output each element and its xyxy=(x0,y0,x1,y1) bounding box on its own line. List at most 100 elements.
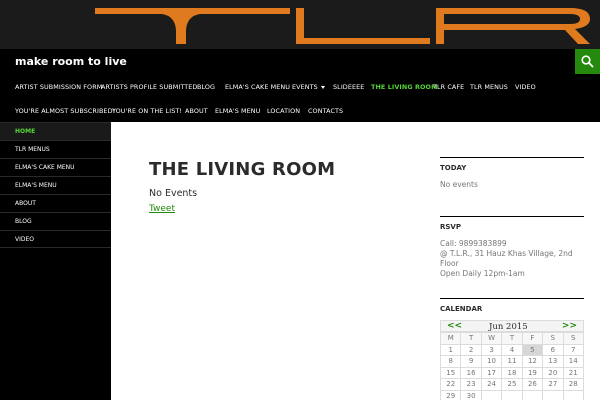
sidebar-item-about[interactable]: ABOUT xyxy=(0,194,111,212)
weekday-label: M xyxy=(439,332,462,345)
calendar-day[interactable]: 14 xyxy=(562,355,585,368)
calendar-month-label: Jun 2015 xyxy=(489,322,528,332)
calendar-day[interactable]: 7 xyxy=(562,343,585,356)
calendar-day[interactable]: 17 xyxy=(480,366,503,379)
primary-navigation: ARTIST SUBMISSION FORM ARTISTS PROFILE S… xyxy=(0,74,600,122)
nav-item-the-living-room[interactable]: THE LIVING ROOM xyxy=(371,83,438,91)
weekday-label: T xyxy=(460,332,482,345)
calendar-day[interactable]: 25 xyxy=(501,378,523,391)
site-title[interactable]: make room to live xyxy=(15,55,127,68)
calendar-day[interactable] xyxy=(521,389,544,400)
nav-item-video[interactable]: VIDEO xyxy=(515,83,536,91)
widget-title-calendar: CALENDAR xyxy=(440,298,584,318)
calendar-week-row: 1 2 3 4 5 6 7 xyxy=(439,343,585,356)
weekday-label: T xyxy=(501,332,523,345)
calendar-day[interactable]: 28 xyxy=(562,378,585,391)
rsvp-widget: RSVP Call: 9899383899 @ T.L.R., 31 Hauz … xyxy=(440,216,584,279)
calendar-day[interactable] xyxy=(480,389,503,400)
nav-item-blog[interactable]: BLOG xyxy=(197,83,215,91)
calendar-day[interactable]: 6 xyxy=(542,343,564,356)
page-title: THE LIVING ROOM xyxy=(149,159,336,180)
calendar-prev-button[interactable]: << xyxy=(447,321,462,331)
calendar-day[interactable]: 9 xyxy=(460,355,482,368)
nav-item-almost-subscribed[interactable]: YOU'RE ALMOST SUBSCRIBED! xyxy=(15,107,115,115)
calendar-day[interactable]: 16 xyxy=(460,366,482,379)
nav-item-elmas-cake-menu[interactable]: ELMA'S CAKE MENU xyxy=(225,83,290,91)
rsvp-address: @ T.L.R., 31 Hauz Khas Village, 2nd Floo… xyxy=(440,249,573,268)
search-button[interactable] xyxy=(575,49,600,74)
rsvp-hours: Open Daily 12pm-1am xyxy=(440,269,525,278)
sidebar-item-tlr-menus[interactable]: TLR MENUS xyxy=(0,140,111,158)
site-logo[interactable] xyxy=(0,0,600,49)
calendar-day[interactable]: 26 xyxy=(521,378,544,391)
calendar-day[interactable]: 22 xyxy=(439,378,462,391)
calendar-header: << Jun 2015 >> xyxy=(440,320,584,332)
calendar-week-row: 15 16 17 18 19 20 21 xyxy=(439,366,585,379)
main-content: THE LIVING ROOM No Events Tweet xyxy=(111,122,422,400)
sidebar-item-home[interactable]: HOME xyxy=(0,122,111,140)
tweet-link[interactable]: Tweet xyxy=(149,204,175,214)
calendar-day[interactable]: 27 xyxy=(542,378,564,391)
calendar-day[interactable]: 29 xyxy=(439,389,462,400)
calendar-weekday-row: M T W T F S S xyxy=(439,332,585,345)
calendar-day[interactable]: 13 xyxy=(542,355,564,368)
calendar-day[interactable]: 19 xyxy=(521,366,544,379)
nav-item-on-the-list[interactable]: YOU'RE ON THE LIST! xyxy=(112,107,182,115)
sidebar-item-elmas-menu[interactable]: ELMA'S MENU xyxy=(0,176,111,194)
rsvp-details: Call: 9899383899 @ T.L.R., 31 Hauz Khas … xyxy=(440,236,584,279)
calendar-week-row: 8 9 10 11 12 13 14 xyxy=(439,355,585,368)
sidebar-item-video[interactable]: VIDEO xyxy=(0,230,111,248)
widget-title-today: TODAY xyxy=(440,157,584,177)
calendar-day-today[interactable]: 5 xyxy=(521,343,544,356)
site-header: make room to live xyxy=(0,49,600,74)
header-banner xyxy=(0,0,600,49)
nav-item-artist-submission-form[interactable]: ARTIST SUBMISSION FORM xyxy=(15,83,102,91)
calendar-next-button[interactable]: >> xyxy=(562,321,577,331)
nav-item-elmas-menu[interactable]: ELMA'S MENU xyxy=(215,107,260,115)
calendar-day[interactable]: 24 xyxy=(480,378,503,391)
calendar-day[interactable]: 18 xyxy=(501,366,523,379)
calendar-day[interactable]: 15 xyxy=(439,366,462,379)
calendar-grid: M T W T F S S 1 2 3 4 5 6 7 8 9 10 11 12… xyxy=(439,332,585,400)
calendar-day[interactable]: 30 xyxy=(460,389,482,400)
sidebar-item-blog[interactable]: BLOG xyxy=(0,212,111,230)
sidebar-item-elmas-cake-menu[interactable]: ELMA'S CAKE MENU xyxy=(0,158,111,176)
weekday-label: S xyxy=(542,332,564,345)
today-events-text: No events xyxy=(440,180,478,189)
nav-item-about[interactable]: ABOUT xyxy=(185,107,208,115)
right-sidebar: TODAY No events RSVP Call: 9899383899 @ … xyxy=(422,122,600,400)
calendar-day[interactable]: 10 xyxy=(480,355,503,368)
calendar-day[interactable]: 4 xyxy=(501,343,523,356)
calendar-day[interactable]: 8 xyxy=(439,355,462,368)
calendar-week-row: 22 23 24 25 26 27 28 xyxy=(439,378,585,391)
search-icon xyxy=(581,55,594,68)
calendar-day[interactable]: 3 xyxy=(480,343,503,356)
calendar-day[interactable]: 20 xyxy=(542,366,564,379)
weekday-label: W xyxy=(480,332,503,345)
nav-item-location[interactable]: LOCATION xyxy=(267,107,300,115)
nav-item-tlr-cafe[interactable]: TLR CAFE xyxy=(433,83,464,91)
calendar-day[interactable]: 1 xyxy=(439,343,462,356)
nav-item-slideeee[interactable]: SLIDEEEE xyxy=(333,83,364,91)
weekday-label: F xyxy=(521,332,544,345)
calendar-day[interactable]: 21 xyxy=(562,366,585,379)
calendar-widget: CALENDAR << Jun 2015 >> M T W T F S S 1 xyxy=(439,298,585,400)
calendar-day[interactable]: 2 xyxy=(460,343,482,356)
calendar-week-row: 29 30 xyxy=(439,389,585,400)
nav-item-events[interactable]: EVENTS xyxy=(292,83,325,91)
no-events-text: No Events xyxy=(149,188,198,199)
calendar-day[interactable]: 23 xyxy=(460,378,482,391)
nav-item-artists-profile-submitted[interactable]: ARTISTS PROFILE SUBMITTED xyxy=(101,83,197,91)
nav-item-tlr-menus[interactable]: TLR MENUS xyxy=(470,83,508,91)
calendar-day[interactable] xyxy=(501,389,523,400)
rsvp-phone: Call: 9899383899 xyxy=(440,239,507,248)
widget-title-rsvp: RSVP xyxy=(440,216,584,236)
weekday-label: S xyxy=(562,332,585,345)
calendar-day[interactable] xyxy=(562,389,585,400)
left-sidebar: HOME TLR MENUS ELMA'S CAKE MENU ELMA'S M… xyxy=(0,122,111,400)
calendar-day[interactable]: 12 xyxy=(521,355,544,368)
calendar-day[interactable] xyxy=(542,389,564,400)
chevron-down-icon xyxy=(320,85,325,89)
calendar-day[interactable]: 11 xyxy=(501,355,523,368)
nav-item-contacts[interactable]: CONTACTS xyxy=(308,107,343,115)
